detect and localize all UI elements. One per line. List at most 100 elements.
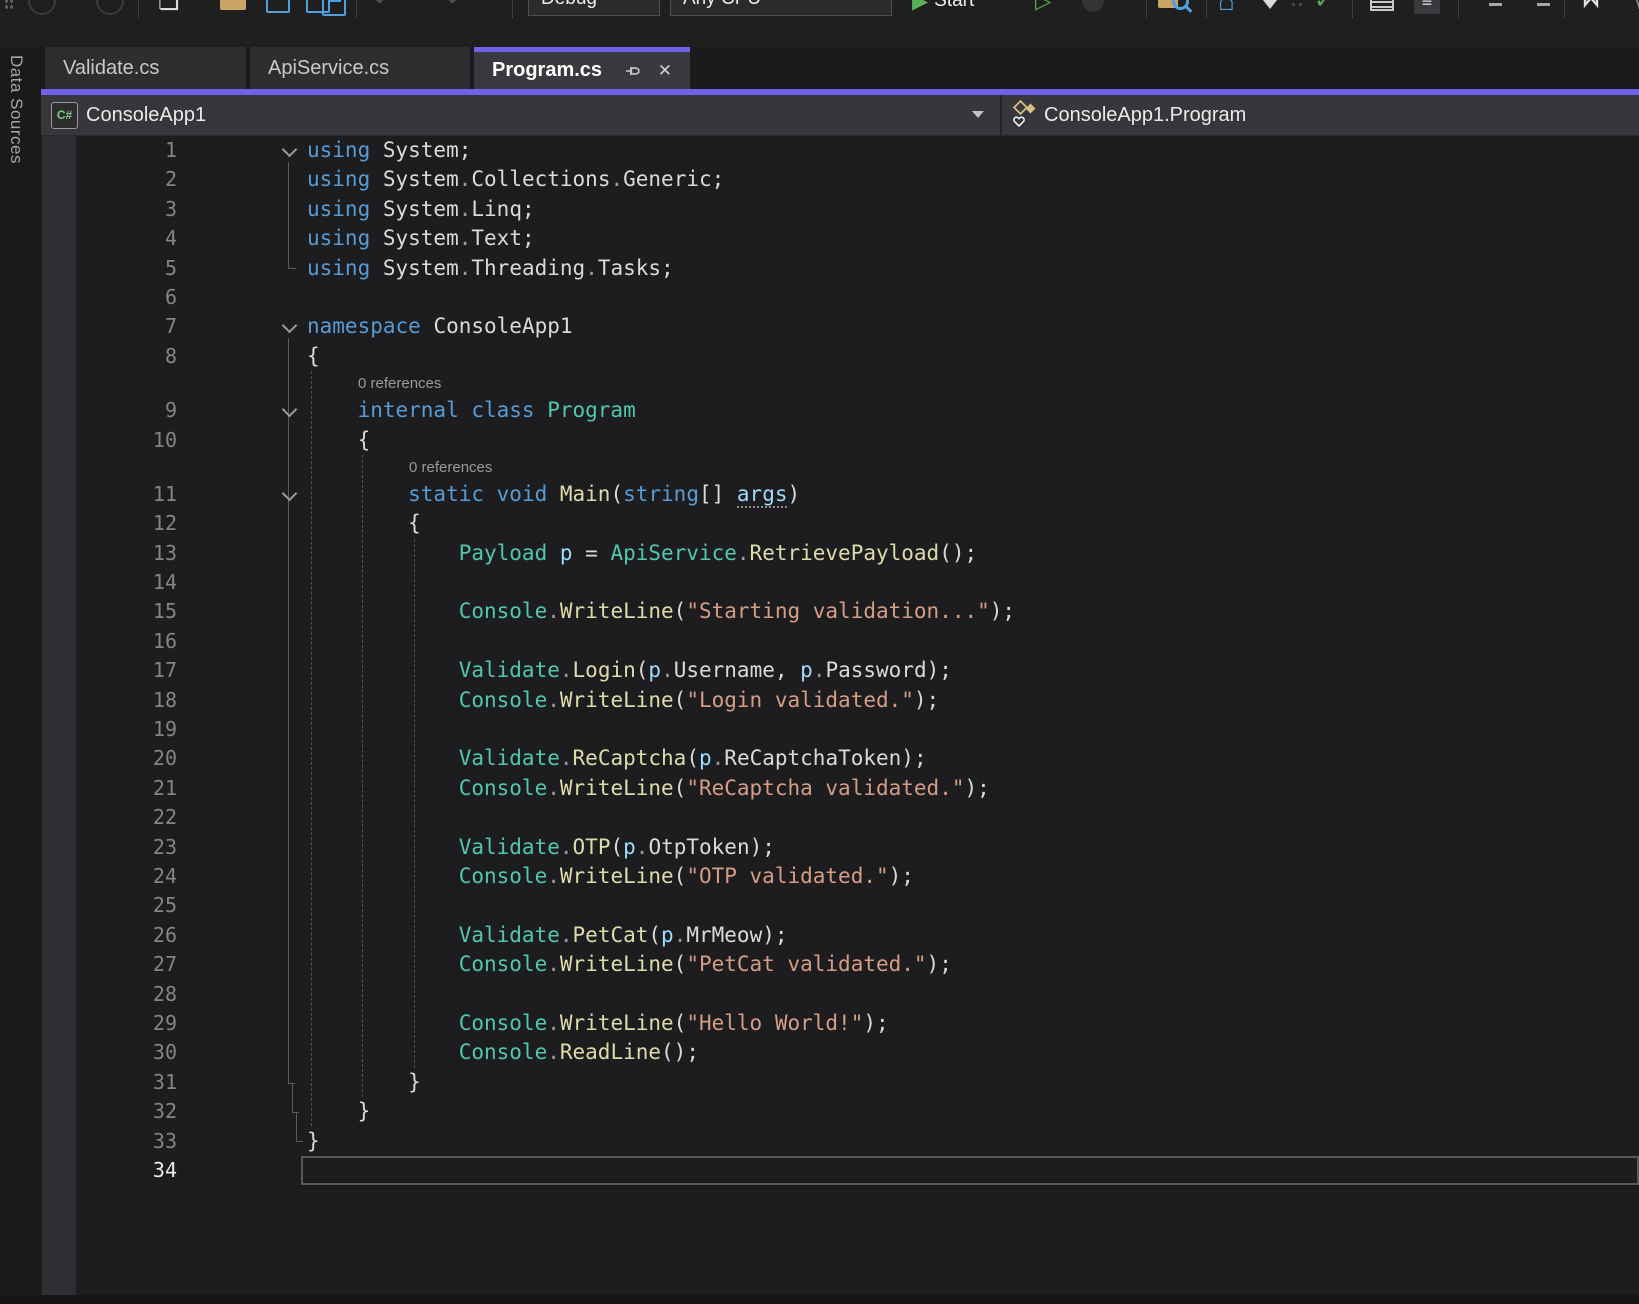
- code-line-32[interactable]: 32 }: [41, 1097, 1639, 1126]
- code-line-19[interactable]: 19: [41, 715, 1639, 744]
- code-line-7[interactable]: 7namespace ConsoleApp1: [41, 312, 1639, 341]
- code-text[interactable]: using System.Collections.Generic;: [266, 165, 1639, 194]
- type-dropdown[interactable]: ConsoleApp1.Program: [1002, 95, 1639, 135]
- code-line-22[interactable]: 22: [41, 803, 1639, 832]
- nav-back-icon[interactable]: [28, 0, 56, 18]
- undo-icon[interactable]: ↶: [374, 0, 394, 18]
- solution-configuration-select[interactable]: Debug: [528, 0, 660, 16]
- code-text[interactable]: }: [266, 1068, 1639, 1097]
- nav-forward-icon[interactable]: [96, 0, 124, 18]
- code-line-21[interactable]: 21 Console.WriteLine("ReCaptcha validate…: [41, 774, 1639, 803]
- codelens-references-link[interactable]: 0 references: [409, 459, 492, 476]
- code-text[interactable]: Validate.OTP(p.OtpToken);: [266, 833, 1639, 862]
- bookmark-icon[interactable]: [1582, 0, 1604, 18]
- tab-program-cs[interactable]: Program.cs✕: [474, 47, 690, 89]
- collapse-all-icon[interactable]: [1262, 0, 1278, 18]
- code-line-1[interactable]: 1using System;: [41, 136, 1639, 165]
- code-line-28[interactable]: 28: [41, 980, 1639, 1009]
- code-line-18[interactable]: 18 Console.WriteLine("Login validated.")…: [41, 686, 1639, 715]
- code-text[interactable]: using System;: [266, 136, 1639, 165]
- code-line-29[interactable]: 29 Console.WriteLine("Hello World!");: [41, 1009, 1639, 1038]
- code-line-2[interactable]: 2using System.Collections.Generic;: [41, 165, 1639, 194]
- code-text[interactable]: {: [266, 342, 1639, 371]
- code-text[interactable]: [266, 715, 1639, 744]
- data-sources-panel-tab[interactable]: Data Sources: [6, 55, 26, 164]
- code-text[interactable]: namespace ConsoleApp1: [266, 312, 1639, 341]
- decrease-indent-icon[interactable]: [1482, 0, 1502, 18]
- parameter-info-icon[interactable]: ≡: [1414, 0, 1440, 18]
- code-text[interactable]: {: [266, 509, 1639, 538]
- tab-validate-cs[interactable]: Validate.cs: [45, 47, 246, 89]
- code-line-23[interactable]: 23 Validate.OTP(p.OtpToken);: [41, 833, 1639, 862]
- code-text[interactable]: [266, 980, 1639, 1009]
- code-line-11[interactable]: 11 static void Main(string[] args): [41, 480, 1639, 509]
- code-text[interactable]: Payload p = ApiService.RetrievePayload()…: [266, 539, 1639, 568]
- code-line-10[interactable]: 10 {: [41, 426, 1639, 455]
- code-line-16[interactable]: 16: [41, 627, 1639, 656]
- code-line-15[interactable]: 15 Console.WriteLine("Starting validatio…: [41, 597, 1639, 626]
- code-line-14[interactable]: 14: [41, 568, 1639, 597]
- close-tab-icon[interactable]: ✕: [658, 61, 672, 81]
- project-dropdown[interactable]: C# ConsoleApp1: [41, 95, 1000, 135]
- code-line-34[interactable]: 34: [41, 1156, 1639, 1185]
- code-line-30[interactable]: 30 Console.ReadLine();: [41, 1038, 1639, 1067]
- code-check-icon[interactable]: ✓: [1314, 0, 1334, 18]
- code-text[interactable]: Validate.Login(p.Username, p.Password);: [266, 656, 1639, 685]
- code-text[interactable]: [266, 891, 1639, 920]
- code-editor[interactable]: 1using System;2using System.Collections.…: [41, 136, 1639, 1304]
- tab-apiservice-cs[interactable]: ApiService.cs: [250, 47, 470, 89]
- open-folder-icon[interactable]: [220, 0, 246, 18]
- code-text[interactable]: Console.WriteLine("PetCat validated.");: [266, 950, 1639, 979]
- grip-handle[interactable]: [4, 0, 14, 18]
- code-text[interactable]: {: [266, 426, 1639, 455]
- code-text[interactable]: }: [266, 1127, 1639, 1156]
- code-text[interactable]: [266, 803, 1639, 832]
- redo-icon[interactable]: ↷: [438, 0, 458, 18]
- run-without-debug-icon[interactable]: ▷: [1035, 0, 1051, 18]
- code-line-4[interactable]: 4using System.Text;: [41, 224, 1639, 253]
- solution-platform-select[interactable]: Any CPU: [670, 0, 892, 16]
- toolbar-overflow-icon[interactable]: ∖: [1628, 0, 1639, 18]
- code-text[interactable]: Console.ReadLine();: [266, 1038, 1639, 1067]
- code-text[interactable]: using System.Text;: [266, 224, 1639, 253]
- navigate-home-icon[interactable]: ⌂: [1218, 0, 1235, 18]
- hot-reload-icon[interactable]: [1082, 0, 1104, 18]
- code-text[interactable]: }: [266, 1097, 1639, 1126]
- code-text[interactable]: using System.Threading.Tasks;: [266, 254, 1639, 283]
- code-line-3[interactable]: 3using System.Linq;: [41, 195, 1639, 224]
- increase-indent-icon[interactable]: [1530, 0, 1550, 18]
- code-lines[interactable]: 1using System;2using System.Collections.…: [41, 136, 1639, 1185]
- code-text[interactable]: Console.WriteLine("OTP validated.");: [266, 862, 1639, 891]
- code-text[interactable]: Console.WriteLine("Hello World!");: [266, 1009, 1639, 1038]
- code-text[interactable]: Validate.ReCaptcha(p.ReCaptchaToken);: [266, 744, 1639, 773]
- save-icon[interactable]: [266, 0, 290, 18]
- find-in-files-icon[interactable]: [1158, 0, 1189, 18]
- code-text[interactable]: [266, 1156, 1639, 1185]
- code-line-9[interactable]: 9 internal class Program: [41, 396, 1639, 425]
- code-line-6[interactable]: 6: [41, 283, 1639, 312]
- code-line-27[interactable]: 27 Console.WriteLine("PetCat validated."…: [41, 950, 1639, 979]
- code-line-33[interactable]: 33}: [41, 1127, 1639, 1156]
- code-line-20[interactable]: 20 Validate.ReCaptcha(p.ReCaptchaToken);: [41, 744, 1639, 773]
- code-text[interactable]: using System.Linq;: [266, 195, 1639, 224]
- code-line-24[interactable]: 24 Console.WriteLine("OTP validated.");: [41, 862, 1639, 891]
- code-line-17[interactable]: 17 Validate.Login(p.Username, p.Password…: [41, 656, 1639, 685]
- code-line-31[interactable]: 31 }: [41, 1068, 1639, 1097]
- list-members-icon[interactable]: [1370, 0, 1394, 18]
- codelens-references-link[interactable]: 0 references: [358, 375, 441, 392]
- code-text[interactable]: internal class Program: [266, 396, 1639, 425]
- code-line-5[interactable]: 5using System.Threading.Tasks;: [41, 254, 1639, 283]
- code-text[interactable]: Console.WriteLine("ReCaptcha validated."…: [266, 774, 1639, 803]
- code-line-25[interactable]: 25: [41, 891, 1639, 920]
- code-text[interactable]: [266, 283, 1639, 312]
- pin-tab-icon[interactable]: [624, 62, 642, 80]
- code-line-13[interactable]: 13 Payload p = ApiService.RetrievePayloa…: [41, 539, 1639, 568]
- code-text[interactable]: [266, 627, 1639, 656]
- code-text[interactable]: Validate.PetCat(p.MrMeow);: [266, 921, 1639, 950]
- save-all-icon[interactable]: [306, 0, 346, 18]
- code-text[interactable]: Console.WriteLine("Login validated.");: [266, 686, 1639, 715]
- new-item-icon[interactable]: ❏: [158, 0, 180, 18]
- code-text[interactable]: static void Main(string[] args): [266, 480, 1639, 509]
- code-text[interactable]: [266, 568, 1639, 597]
- code-line-12[interactable]: 12 {: [41, 509, 1639, 538]
